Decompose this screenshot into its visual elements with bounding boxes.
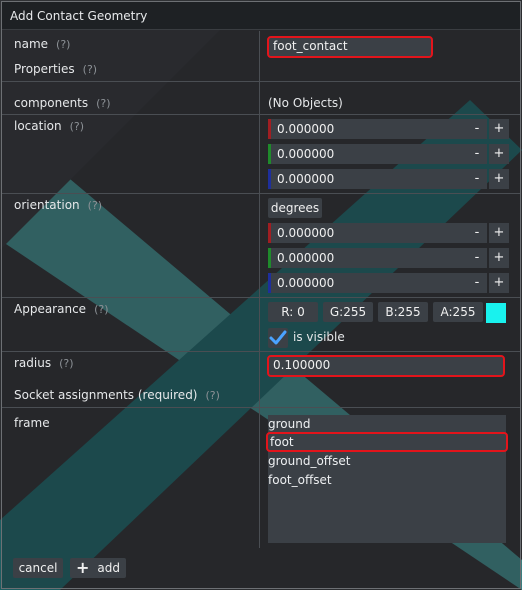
location-z-input[interactable]: 0.000000 <box>271 169 467 189</box>
divider <box>2 351 520 352</box>
orientation-x-increment-button[interactable]: + <box>489 223 509 243</box>
add-contact-geometry-dialog: Add Contact Geometry name (?) foot_contac… <box>1 1 521 589</box>
orientation-label: orientation (?) <box>14 198 103 212</box>
help-icon[interactable]: (?) <box>70 120 84 133</box>
radius-input[interactable]: 0.100000 <box>267 355 505 377</box>
location-y-input[interactable]: 0.000000 <box>271 144 467 164</box>
frame-label: frame <box>14 416 50 430</box>
divider <box>2 81 520 82</box>
orientation-y-increment-button[interactable]: + <box>489 248 509 268</box>
divider <box>2 407 520 408</box>
orientation-y-input[interactable]: 0.000000 <box>271 248 467 268</box>
divider <box>2 193 520 194</box>
radius-label: radius (?) <box>14 356 74 370</box>
location-x-input[interactable]: 0.000000 <box>271 119 467 139</box>
orientation-x-input[interactable]: 0.000000 <box>271 223 467 243</box>
location-y-increment-button[interactable]: + <box>489 144 509 164</box>
socket-assignments-label: Socket assignments (required) (?) <box>14 388 220 402</box>
list-item[interactable]: foot_offset <box>268 471 506 489</box>
list-item[interactable]: ground_offset <box>268 452 506 470</box>
help-icon[interactable]: (?) <box>94 303 108 316</box>
location-x-increment-button[interactable]: + <box>489 119 509 139</box>
orientation-z-increment-button[interactable]: + <box>489 273 509 293</box>
divider <box>2 297 520 298</box>
components-value: (No Objects) <box>268 96 343 110</box>
location-label: location (?) <box>14 119 85 133</box>
help-icon[interactable]: (?) <box>59 357 73 370</box>
properties-label: Properties (?) <box>14 62 98 76</box>
location-y-decrement-button[interactable]: - <box>467 144 487 164</box>
plus-icon: + <box>76 558 90 577</box>
column-divider <box>259 408 260 548</box>
orientation-z-decrement-button[interactable]: - <box>467 273 487 293</box>
location-z-decrement-button[interactable]: - <box>467 169 487 189</box>
list-item[interactable]: ground <box>268 415 506 433</box>
help-icon[interactable]: (?) <box>83 63 97 76</box>
help-icon[interactable]: (?) <box>88 199 102 212</box>
green-channel-input[interactable]: G:255 <box>323 302 373 322</box>
help-icon[interactable]: (?) <box>206 389 220 402</box>
cancel-button[interactable]: cancel <box>13 558 63 578</box>
dialog-title: Add Contact Geometry <box>2 2 520 30</box>
location-z-increment-button[interactable]: + <box>489 169 509 189</box>
help-icon[interactable]: (?) <box>56 38 70 51</box>
list-item-selected[interactable]: foot <box>266 432 508 452</box>
alpha-channel-input[interactable]: A:255 <box>433 302 483 322</box>
frame-socket-list[interactable]: ground foot ground_offset foot_offset <box>266 415 508 543</box>
blue-channel-input[interactable]: B:255 <box>378 302 428 322</box>
name-input[interactable]: foot_contact <box>267 36 433 58</box>
help-icon[interactable]: (?) <box>96 97 110 110</box>
divider <box>2 114 520 115</box>
color-swatch[interactable] <box>486 303 506 323</box>
checkmark-icon <box>269 330 287 345</box>
column-divider <box>259 82 260 407</box>
add-button[interactable]: + add <box>70 558 126 578</box>
appearance-label: Appearance (?) <box>14 302 109 316</box>
name-label: name (?) <box>14 37 71 51</box>
is-visible-label: is visible <box>293 330 345 344</box>
location-x-decrement-button[interactable]: - <box>467 119 487 139</box>
degrees-unit-button[interactable]: degrees <box>268 198 322 218</box>
components-label: components (?) <box>14 96 111 110</box>
orientation-y-decrement-button[interactable]: - <box>467 248 487 268</box>
red-channel-input[interactable]: R: 0 <box>268 302 318 322</box>
orientation-z-input[interactable]: 0.000000 <box>271 273 467 293</box>
column-divider <box>259 31 260 81</box>
is-visible-checkbox[interactable] <box>268 328 288 348</box>
orientation-x-decrement-button[interactable]: - <box>467 223 487 243</box>
